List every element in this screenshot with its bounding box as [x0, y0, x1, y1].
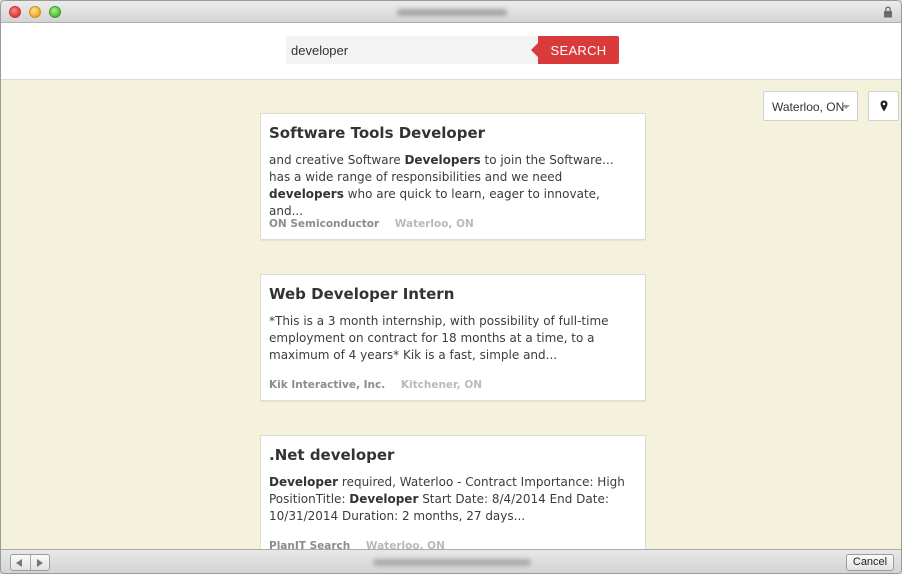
zoom-window-button[interactable] [49, 6, 61, 18]
result-snippet: and creative Software Developers to join… [269, 152, 637, 220]
location-dropdown-value: Waterloo, ON [772, 100, 845, 114]
highlighted-keyword: developers [269, 187, 344, 201]
result-snippet: *This is a 3 month internship, with poss… [269, 313, 637, 364]
search-input[interactable] [286, 36, 538, 64]
forward-arrow-icon[interactable] [37, 559, 43, 567]
result-meta: ON Semiconductor Waterloo, ON [269, 218, 474, 230]
window-title-redacted [397, 9, 507, 16]
result-company: ON Semiconductor [269, 218, 380, 230]
result-title[interactable]: Software Tools Developer [269, 123, 637, 143]
back-arrow-icon[interactable] [16, 559, 22, 567]
result-card[interactable]: Web Developer Intern *This is a 3 month … [260, 274, 646, 401]
result-location: Kitchener, ON [400, 379, 483, 391]
use-my-location-button[interactable] [868, 91, 899, 121]
search-button[interactable]: SEARCH [531, 36, 619, 64]
location-dropdown[interactable]: Waterloo, ON [763, 91, 858, 121]
result-title[interactable]: .Net developer [269, 445, 637, 465]
app-window: SEARCH Waterloo, ON Software Tools Devel… [0, 0, 902, 574]
title-bar [1, 1, 901, 23]
highlighted-keyword: Developer [269, 475, 339, 489]
bottom-toolbar: Cancel [1, 549, 901, 573]
highlighted-keyword: Developers [404, 153, 481, 167]
result-snippet: Developer required, Waterloo - Contract … [269, 474, 637, 525]
minimize-window-button[interactable] [29, 6, 41, 18]
cancel-button[interactable]: Cancel [846, 554, 894, 571]
snippet-text: and creative Software [269, 153, 405, 167]
highlighted-keyword: Developer [349, 492, 419, 506]
result-card[interactable]: Software Tools Developer and creative So… [260, 113, 646, 240]
navigation-segment [10, 554, 50, 571]
search-header: SEARCH [1, 23, 901, 80]
map-pin-icon [880, 100, 888, 112]
lock-icon [884, 6, 892, 18]
close-window-button[interactable] [9, 6, 21, 18]
result-card[interactable]: .Net developer Developer required, Water… [260, 435, 646, 550]
snippet-text: *This is a 3 month internship, with poss… [269, 314, 609, 362]
results-list: Software Tools Developer and creative So… [260, 113, 646, 550]
url-redacted [373, 559, 531, 566]
result-company: Kik Interactive, Inc. [269, 379, 386, 391]
result-meta: Kik Interactive, Inc. Kitchener, ON [269, 379, 482, 391]
chevron-down-icon [842, 105, 850, 109]
result-title[interactable]: Web Developer Intern [269, 284, 637, 304]
result-location: Waterloo, ON [394, 218, 474, 230]
nav-divider [30, 555, 31, 570]
